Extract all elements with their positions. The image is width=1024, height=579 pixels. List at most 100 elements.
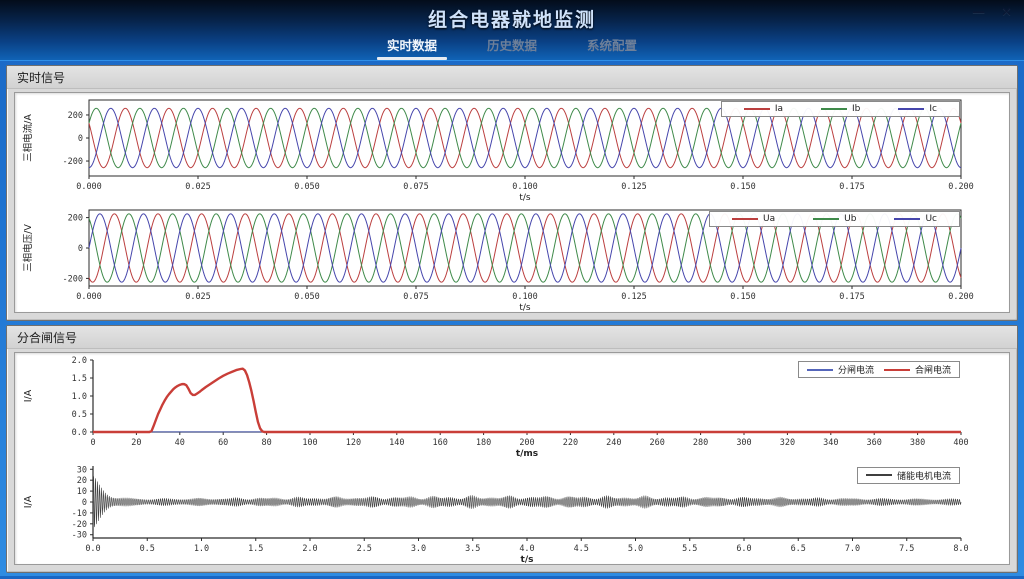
legend-label: Ua: [763, 214, 775, 224]
x-tick-label: 0.150: [730, 182, 756, 192]
y-tick-label: 1.0: [72, 392, 87, 402]
x-tick-label: 0.100: [512, 292, 538, 302]
x-tick-label: 4.0: [519, 544, 534, 554]
legend-motor-current: 储能电机电流: [857, 467, 960, 484]
x-tick-label: 80: [261, 438, 271, 448]
x-tick-label: 7.0: [845, 544, 860, 554]
y-tick-label: 1.5: [72, 374, 87, 384]
x-tick-label: 380: [910, 438, 925, 448]
x-tick-label: 320: [780, 438, 795, 448]
tab-system-config[interactable]: 系统配置: [577, 31, 647, 59]
y-tick-label: 20: [77, 476, 87, 486]
window-title: 组合电器就地监测: [0, 0, 1024, 32]
x-tick-label: 6.0: [736, 544, 751, 554]
legend-item[interactable]: Ub: [799, 213, 870, 225]
x-axis-label: t/s: [519, 303, 531, 313]
close-button[interactable]: ✕: [1001, 6, 1012, 19]
y-axis-label: I/A: [23, 495, 34, 508]
panel-realtime-signal-title: 实时信号: [7, 66, 1017, 89]
y-tick-label: 2.0: [72, 356, 87, 366]
x-tick-label: 0.5: [140, 544, 155, 554]
window-controls: — ✕: [972, 6, 1012, 19]
series-合闸电流: [93, 369, 961, 432]
y-tick-label: 0: [78, 134, 83, 144]
y-axis-label: 三相电流/A: [22, 114, 34, 162]
x-tick-label: 360: [867, 438, 882, 448]
x-tick-label: 0.050: [294, 182, 320, 192]
chart-motor-current: 0.00.51.01.52.02.53.03.54.04.55.05.56.06…: [15, 459, 1009, 565]
legend-item[interactable]: 分闸电流: [807, 363, 874, 376]
x-tick-label: 0.200: [948, 292, 974, 302]
y-tick-label: 0.5: [72, 410, 87, 420]
x-tick-label: 200: [519, 438, 534, 448]
legend-line-swatch: [732, 218, 758, 220]
legend-label: Ia: [775, 104, 783, 114]
x-tick-label: 6.5: [791, 544, 806, 554]
panel-switch-signal-body: 0204060801001201401601802002202402602803…: [14, 352, 1010, 565]
y-axis-label: I/A: [23, 389, 34, 402]
x-tick-label: 3.5: [465, 544, 480, 554]
legend-label: Ub: [844, 214, 856, 224]
y-tick-label: -10: [72, 508, 87, 518]
legend-item[interactable]: Uc: [880, 213, 951, 225]
x-tick-label: 100: [302, 438, 317, 448]
legend-label: 储能电机电流: [897, 469, 951, 482]
titlebar: 组合电器就地监测 — ✕ 实时数据 历史数据 系统配置: [0, 0, 1024, 61]
legend-label: Ib: [852, 104, 860, 114]
legend-label: 分闸电流: [838, 363, 874, 376]
x-tick-label: 0.100: [512, 182, 538, 192]
x-tick-label: 180: [476, 438, 491, 448]
series-Ia: [89, 108, 961, 167]
x-tick-label: 0.125: [621, 182, 647, 192]
x-tick-label: 240: [606, 438, 621, 448]
x-tick-label: 160: [433, 438, 448, 448]
legend-three-phase-voltage: Ua Ub Uc: [709, 211, 960, 227]
x-tick-label: 0.000: [76, 292, 102, 302]
x-tick-label: 120: [346, 438, 361, 448]
legend-item[interactable]: Ic: [884, 103, 951, 115]
x-tick-label: 60: [218, 438, 228, 448]
x-tick-label: 8.0: [953, 544, 968, 554]
legend-line-swatch: [807, 369, 833, 371]
x-tick-label: 1.5: [248, 544, 263, 554]
x-axis-label: t/ms: [516, 449, 538, 459]
x-tick-label: 2.5: [357, 544, 372, 554]
y-axis-label: 三相电压/V: [22, 223, 34, 271]
x-tick-label: 0: [90, 438, 95, 448]
panel-realtime-signal: 实时信号 0.0000.0250.0500.0750.1000.1250.150…: [6, 65, 1018, 321]
legend-item[interactable]: 合闸电流: [884, 363, 951, 376]
minimize-button[interactable]: —: [972, 6, 985, 19]
panel-switch-signal: 分合闸信号 0204060801001201401601802002202402…: [6, 325, 1018, 573]
tab-bar: 实时数据 历史数据 系统配置: [0, 31, 1024, 59]
legend-item[interactable]: Ia: [730, 103, 797, 115]
tab-history-data[interactable]: 历史数据: [477, 31, 547, 59]
x-tick-label: 0.175: [839, 182, 865, 192]
x-tick-label: 260: [650, 438, 665, 448]
series-Ic: [89, 108, 961, 167]
legend-label: Ic: [929, 104, 937, 114]
y-tick-label: 0: [82, 498, 87, 508]
legend-item[interactable]: 储能电机电流: [866, 469, 951, 482]
x-axis-label: t/s: [521, 555, 534, 565]
x-tick-label: 0.025: [185, 182, 211, 192]
legend-line-swatch: [821, 108, 847, 110]
main-content: 实时信号 0.0000.0250.0500.0750.1000.1250.150…: [0, 61, 1024, 579]
y-tick-label: 0.0: [72, 428, 87, 438]
chart-three-phase-voltage: 0.0000.0250.0500.0750.1000.1250.1500.175…: [15, 203, 1009, 313]
y-tick-label: 30: [77, 465, 87, 475]
x-tick-label: 0.150: [730, 292, 756, 302]
panel-realtime-signal-body: 0.0000.0250.0500.0750.1000.1250.1500.175…: [14, 92, 1010, 313]
legend-item[interactable]: Ib: [807, 103, 874, 115]
x-tick-label: 2.0: [302, 544, 317, 554]
tab-realtime-data[interactable]: 实时数据: [377, 31, 447, 59]
chart-switch-coil-current: 0204060801001201401601802002202402602803…: [15, 353, 1009, 459]
x-tick-label: 400: [953, 438, 968, 448]
legend-line-swatch: [898, 108, 924, 110]
legend-line-swatch: [884, 369, 910, 371]
y-tick-label: 200: [68, 213, 83, 223]
x-tick-label: 0.0: [85, 544, 100, 554]
legend-item[interactable]: Ua: [718, 213, 789, 225]
legend-line-swatch: [744, 108, 770, 110]
x-tick-label: 0.200: [948, 182, 974, 192]
x-tick-label: 7.5: [899, 544, 914, 554]
